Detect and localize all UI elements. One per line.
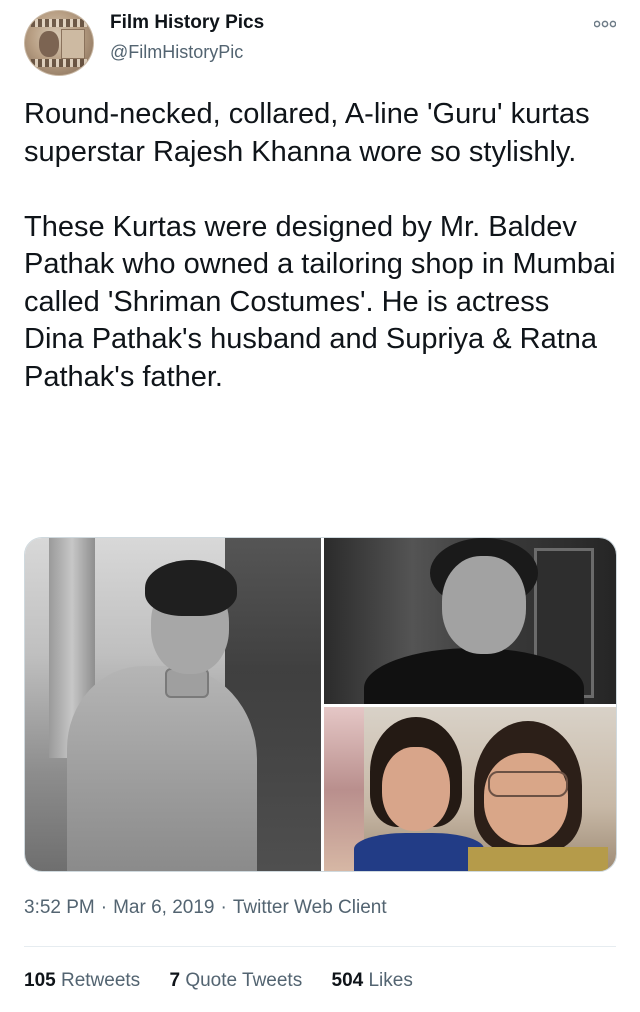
divider <box>24 946 616 947</box>
photo-face <box>484 753 568 845</box>
tweet-paragraph-1: Round-necked, collared, A-line 'Guru' ku… <box>24 98 590 168</box>
film-strip-bottom <box>31 59 87 67</box>
retweets-count: 105 <box>24 970 56 991</box>
photo-head <box>442 556 526 654</box>
tweet-stats: 105 Retweets 7 Quote Tweets 504 Likes <box>24 970 437 992</box>
tweet-text: Round-necked, collared, A-line 'Guru' ku… <box>24 96 616 396</box>
quote-tweets-stat[interactable]: 7 Quote Tweets <box>169 970 302 992</box>
tweet-header: Film History Pics @FilmHistoryPic <box>24 10 616 76</box>
photo-supriya-ratna[interactable] <box>324 707 616 871</box>
meta-separator: · <box>220 897 227 918</box>
author-handle[interactable]: @FilmHistoryPic <box>110 42 243 63</box>
photo-kurta <box>67 666 257 871</box>
quote-tweets-count: 7 <box>169 970 181 991</box>
photo-dina-pathak[interactable] <box>324 538 616 704</box>
likes-label: Likes <box>368 970 413 991</box>
avatar-portrait <box>39 31 59 57</box>
author-avatar[interactable] <box>24 10 94 76</box>
photo-hair <box>145 560 237 616</box>
author-name[interactable]: Film History Pics <box>110 12 264 34</box>
film-strip-top <box>31 19 87 27</box>
avatar-stamp <box>61 29 85 59</box>
photo-shirt <box>354 833 484 871</box>
tweet-date[interactable]: Mar 6, 2019 <box>113 897 214 918</box>
photo-glasses <box>488 771 568 797</box>
tweet-meta: 3:52 PM · Mar 6, 2019 · Twitter Web Client <box>24 897 387 919</box>
more-options-icon[interactable] <box>594 18 616 30</box>
photo-face <box>382 747 450 831</box>
quote-tweets-label: Quote Tweets <box>185 970 303 991</box>
likes-stat[interactable]: 504 Likes <box>332 970 413 992</box>
photo-shirt <box>468 847 608 871</box>
media-grid <box>24 537 617 872</box>
retweets-label: Retweets <box>60 970 141 991</box>
tweet-time[interactable]: 3:52 PM <box>24 897 95 918</box>
meta-separator: · <box>100 897 108 918</box>
tweet-paragraph-2: These Kurtas were designed by Mr. Baldev… <box>24 210 616 393</box>
likes-count: 504 <box>331 970 364 991</box>
photo-rajesh-khanna[interactable] <box>25 538 321 871</box>
tweet-client[interactable]: Twitter Web Client <box>233 897 387 918</box>
retweets-stat[interactable]: 105 Retweets <box>24 970 140 992</box>
